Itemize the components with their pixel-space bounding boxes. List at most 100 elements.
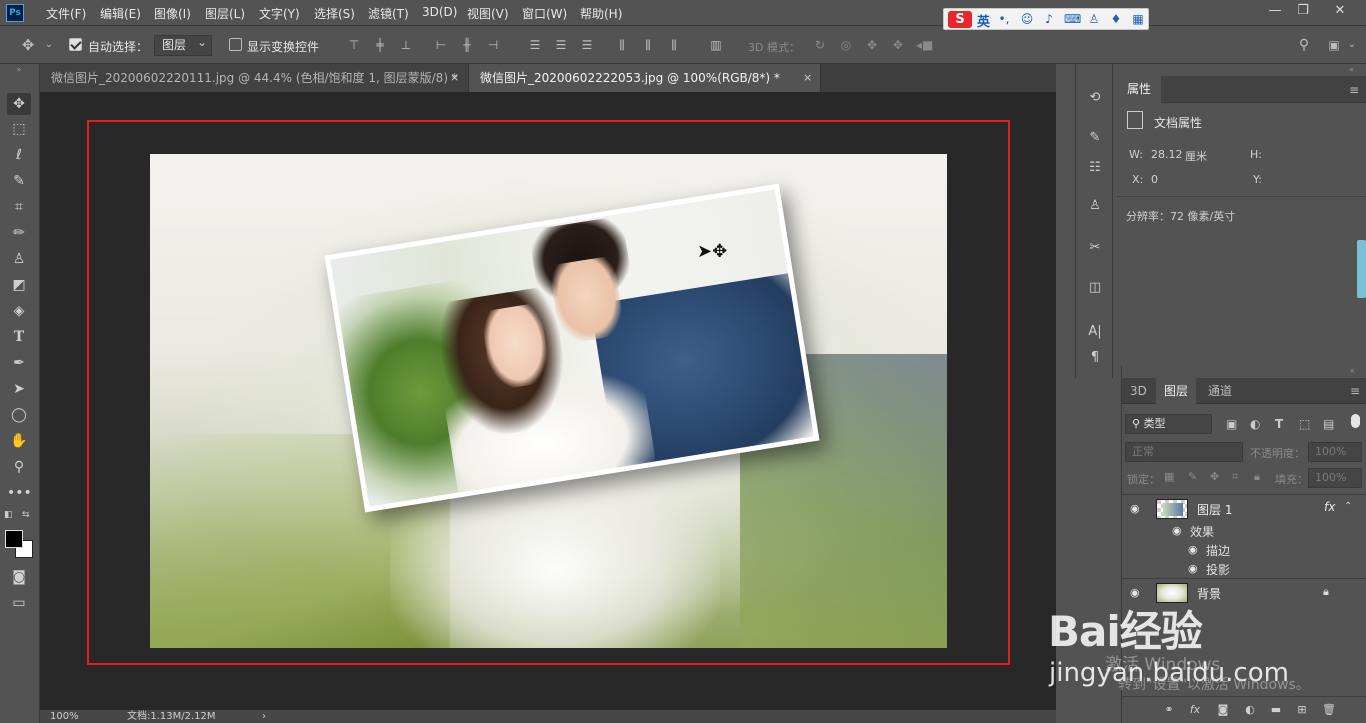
3d-roll-icon[interactable]: ◎ xyxy=(838,37,854,53)
menu-edit[interactable]: 编辑(E) xyxy=(100,5,141,22)
menu-image[interactable]: 图像(I) xyxy=(154,5,191,22)
grid-icon[interactable]: ▦ xyxy=(1131,12,1145,26)
chevron-down-icon[interactable]: ⌄ xyxy=(41,37,57,53)
blend-mode-dropdown[interactable]: 正常 xyxy=(1125,442,1243,462)
foreground-color-swatch[interactable] xyxy=(5,530,23,548)
layer-row-background[interactable]: ◉ 背景 🔒︎ xyxy=(1122,578,1366,606)
restore-icon[interactable]: ❐ xyxy=(1293,3,1313,19)
menu-filter[interactable]: 滤镜(T) xyxy=(368,5,409,22)
menu-type[interactable]: 文字(Y) xyxy=(259,5,300,22)
adjustments-icon[interactable]: ☷ xyxy=(1085,158,1105,178)
eye-icon[interactable]: ◉ xyxy=(1130,587,1144,598)
chevron-up-icon[interactable]: ⌃ xyxy=(1344,501,1352,512)
filter-pixel-icon[interactable]: ▣ xyxy=(1226,417,1237,431)
swap-colors-icon[interactable]: ⇆ xyxy=(22,510,30,520)
menu-layer[interactable]: 图层(L) xyxy=(205,5,245,22)
effect-row-drop-shadow[interactable]: ◉ 投影 xyxy=(1122,559,1366,578)
clone-source-icon[interactable]: ♙ xyxy=(1085,196,1105,216)
hand-tool[interactable]: ✋ xyxy=(7,430,31,452)
new-adjustment-icon[interactable]: ◐ xyxy=(1243,703,1257,717)
eye-icon[interactable]: ◉ xyxy=(1188,544,1202,555)
close-icon[interactable]: ✕ xyxy=(1330,3,1350,19)
tab-document-1[interactable]: 微信图片_20200602220111.jpg @ 44.4% (色相/饱和度 … xyxy=(40,64,469,92)
lock-all-icon[interactable]: 🔒︎ xyxy=(1254,470,1260,484)
eye-icon[interactable]: ◉ xyxy=(1172,525,1186,536)
move-tool[interactable]: ✥ xyxy=(7,93,31,115)
eye-icon[interactable]: ◉ xyxy=(1130,503,1144,514)
sogou-logo[interactable]: S xyxy=(948,11,972,28)
marquee-tool[interactable]: ⬚ xyxy=(7,118,31,140)
paint-bucket-tool[interactable]: ◈ xyxy=(7,300,31,322)
add-mask-icon[interactable]: ◙ xyxy=(1216,703,1230,717)
distribute-vcenter-icon[interactable]: ☰ xyxy=(553,37,569,53)
menu-3d[interactable]: 3D(D) xyxy=(422,5,457,19)
fill-field[interactable]: 100% xyxy=(1308,468,1362,488)
tab-channels[interactable]: 通道 xyxy=(1200,378,1240,404)
eraser-tool[interactable]: ◩ xyxy=(7,274,31,296)
distribute-hcenter-icon[interactable]: ⫼ xyxy=(640,37,656,53)
eye-icon[interactable]: ◉ xyxy=(1188,563,1202,574)
align-left-icon[interactable]: ⊢ xyxy=(433,37,449,53)
align-bottom-icon[interactable]: ⊥ xyxy=(398,37,414,53)
distribute-left-icon[interactable]: ⫼ xyxy=(614,37,630,53)
pen-tool[interactable]: ✒ xyxy=(7,352,31,374)
mic-icon[interactable]: ♪ xyxy=(1042,12,1056,26)
align-vcenter-icon[interactable]: ╪ xyxy=(372,37,388,53)
paragraph-icon[interactable]: ¶ xyxy=(1085,348,1105,368)
tab-close-icon[interactable]: × xyxy=(450,64,459,92)
align-hcenter-icon[interactable]: ╫ xyxy=(459,37,475,53)
collapse-icon[interactable]: « xyxy=(1350,366,1355,375)
align-top-icon[interactable]: ⊤ xyxy=(346,37,362,53)
distribute-top-icon[interactable]: ☰ xyxy=(527,37,543,53)
layer-filter-dropdown[interactable]: ⚲ 类型 xyxy=(1125,414,1212,434)
tab-document-2[interactable]: 微信图片_20200602222053.jpg @ 100%(RGB/8*) *… xyxy=(469,64,821,92)
default-colors-icon[interactable]: ◧ xyxy=(4,510,13,520)
3d-slide-icon[interactable]: ✥ xyxy=(890,37,906,53)
lock-position-icon[interactable]: ✥ xyxy=(1210,470,1219,483)
brush-settings-icon[interactable]: ✎ xyxy=(1085,128,1105,148)
layer-row-layer1[interactable]: ◉ 图层 1 fx ⌃ xyxy=(1122,494,1366,522)
workspace-icon[interactable]: ▣ xyxy=(1326,37,1342,53)
fx-icon[interactable]: fx xyxy=(1324,500,1335,514)
filter-shape-icon[interactable]: ⬚ xyxy=(1299,417,1310,431)
menu-view[interactable]: 视图(V) xyxy=(467,5,509,22)
workspace-chevron-icon[interactable]: ⌄ xyxy=(1344,37,1360,53)
path-select-tool[interactable]: ➤ xyxy=(7,378,31,400)
new-group-icon[interactable]: ▬ xyxy=(1269,703,1283,717)
filter-type-icon[interactable]: T xyxy=(1275,417,1283,431)
w-value[interactable]: 28.12 xyxy=(1151,148,1183,161)
type-tool[interactable]: T xyxy=(7,326,31,348)
zoom-tool[interactable]: ⚲ xyxy=(7,456,31,478)
libraries-icon[interactable]: ◫ xyxy=(1085,278,1105,298)
menu-select[interactable]: 选择(S) xyxy=(314,5,355,22)
link-layers-icon[interactable]: ⚭ xyxy=(1162,703,1176,717)
tab-3d[interactable]: 3D xyxy=(1122,378,1155,404)
distribute-right-icon[interactable]: ⫼ xyxy=(666,37,682,53)
menu-help[interactable]: 帮助(H) xyxy=(580,5,622,22)
align-right-icon[interactable]: ⊣ xyxy=(485,37,501,53)
emoji-icon[interactable]: ☺ xyxy=(1020,12,1034,26)
3d-pan-icon[interactable]: ✥ xyxy=(864,37,880,53)
more-tools-icon[interactable]: ••• xyxy=(7,482,32,504)
shirt-icon[interactable]: ♦ xyxy=(1109,12,1123,26)
3d-scale-icon[interactable]: ◂■ xyxy=(916,37,933,53)
distribute-bottom-icon[interactable]: ☰ xyxy=(579,37,595,53)
auto-select-checkbox[interactable] xyxy=(69,38,82,51)
new-layer-icon[interactable]: ⊞ xyxy=(1295,703,1309,717)
minimize-icon[interactable]: — xyxy=(1265,3,1285,19)
history-icon[interactable]: ⟲ xyxy=(1085,88,1105,108)
filter-adjustment-icon[interactable]: ◐ xyxy=(1250,417,1260,431)
effects-row[interactable]: ◉ 效果 xyxy=(1122,521,1366,540)
filter-smart-object-icon[interactable]: ▤ xyxy=(1323,417,1334,431)
screen-mode-icon[interactable]: ▭ xyxy=(7,592,31,614)
tab-layers[interactable]: 图层 xyxy=(1156,378,1197,404)
trash-icon[interactable]: 🗑︎ xyxy=(1322,703,1336,717)
tool-presets-icon[interactable]: ✂ xyxy=(1085,238,1105,258)
show-transform-checkbox[interactable] xyxy=(229,38,242,51)
menu-file[interactable]: 文件(F) xyxy=(46,5,86,22)
brush-tool[interactable]: ✏ xyxy=(7,222,31,244)
crop-tool[interactable]: ⌗ xyxy=(7,196,31,218)
add-style-icon[interactable]: fx xyxy=(1188,703,1202,717)
character-icon[interactable]: A| xyxy=(1085,322,1105,342)
lock-artboard-icon[interactable]: ⌗ xyxy=(1232,470,1238,484)
